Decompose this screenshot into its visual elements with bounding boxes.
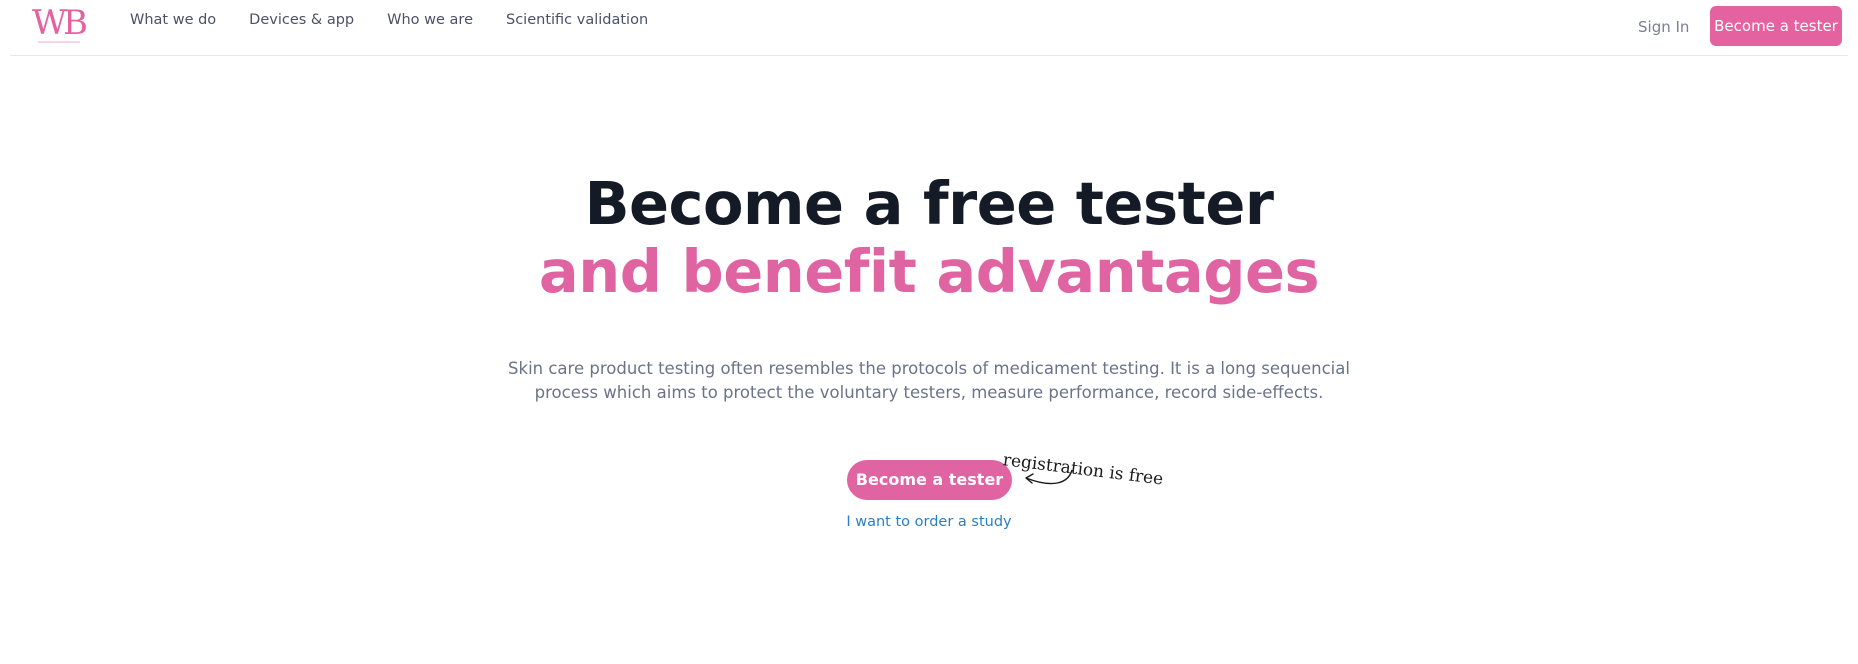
nav-item-who-we-are[interactable]: Who we are [387, 10, 473, 30]
become-tester-header-button[interactable]: Become a tester [1710, 6, 1842, 46]
main-nav: What we do Devices & app Who we are Scie… [130, 10, 681, 30]
nav-item-devices-app[interactable]: Devices & app [249, 10, 354, 30]
svg-text:WB: WB [32, 3, 86, 43]
hero-description-line-1: Skin care product testing often resemble… [508, 359, 1350, 378]
hero-description-line-2: process which aims to protect the volunt… [534, 383, 1324, 402]
nav-item-scientific-validation[interactable]: Scientific validation [506, 10, 648, 30]
sign-in-link[interactable]: Sign In [1638, 16, 1689, 38]
hero-heading: Become a free tester and benefit advanta… [0, 170, 1858, 306]
hero-description: Skin care product testing often resemble… [0, 357, 1858, 405]
become-tester-main-button[interactable]: Become a tester [847, 460, 1012, 500]
top-navigation-bar: WB What we do Devices & app Who we are S… [10, 0, 1848, 56]
hero-title-line-1: Become a free tester [584, 169, 1274, 238]
nav-item-what-we-do[interactable]: What we do [130, 10, 216, 30]
hero-title-line-2: and benefit advantages [538, 237, 1320, 306]
brand-logo[interactable]: WB [26, 2, 92, 50]
order-study-link[interactable]: I want to order a study [0, 512, 1858, 532]
curved-arrow-icon [1025, 469, 1073, 485]
wb-logo-icon: WB [32, 3, 90, 43]
